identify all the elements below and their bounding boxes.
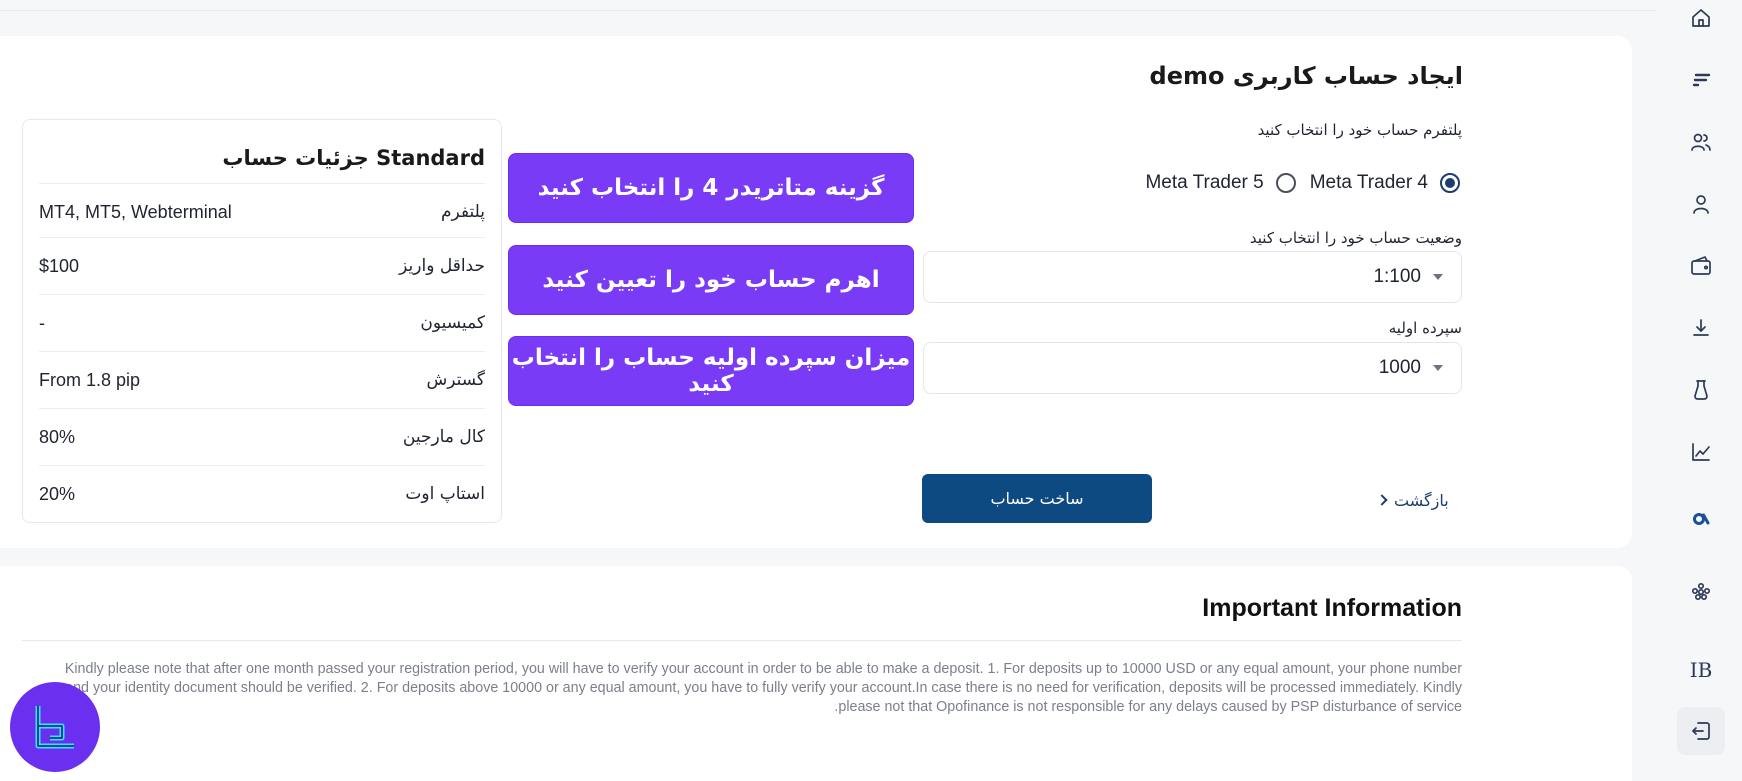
apps-icon[interactable] — [1681, 573, 1721, 613]
a-logo-icon[interactable] — [1681, 498, 1721, 538]
caret-down-icon — [1433, 365, 1443, 371]
details-key: حداقل واریز — [399, 256, 485, 276]
radio-label: Meta Trader 4 — [1309, 172, 1428, 193]
download-icon[interactable] — [1681, 308, 1721, 348]
back-link[interactable]: بازگشت — [1376, 488, 1449, 512]
page-title: ایجاد حساب کاربری demo — [1149, 62, 1463, 90]
caret-down-icon — [1433, 274, 1443, 280]
brand-icon[interactable] — [1681, 60, 1721, 100]
details-key: کمیسیون — [420, 313, 485, 333]
details-value: 80% — [39, 426, 76, 447]
leverage-select[interactable]: 1:100 — [923, 251, 1462, 303]
chart-icon[interactable] — [1681, 432, 1721, 472]
top-divider — [0, 10, 1655, 11]
details-key: گسترش — [426, 370, 485, 390]
details-row: 80% کال مارجین — [39, 408, 485, 465]
flask-icon[interactable] — [1681, 370, 1721, 410]
radio-meta-trader-4[interactable]: Meta Trader 4 — [1310, 172, 1460, 194]
home-icon[interactable] — [1681, 0, 1721, 38]
ib-icon[interactable]: IB — [1681, 650, 1721, 690]
radio-label: Meta Trader 5 — [1145, 172, 1264, 193]
details-row: 20% استاپ اوت — [39, 465, 485, 522]
details-value: $100 — [39, 255, 80, 276]
deposit-value: 1000 — [1378, 357, 1421, 378]
watermark-logo — [10, 682, 100, 772]
radio-unselected-icon[interactable] — [1275, 173, 1296, 193]
platform-radio-group: Meta Trader 4 Meta Trader 5 — [1145, 170, 1460, 196]
details-key: پلتفرم — [441, 202, 485, 222]
platform-label: پلتفرم حساب خود را انتخاب کنید — [1257, 121, 1462, 139]
sidebar: IB — [1676, 0, 1726, 781]
chevron-right-icon — [1376, 494, 1388, 506]
back-link-label: بازگشت — [1394, 490, 1449, 510]
info-divider — [22, 640, 1462, 641]
info-text: Kindly please note that after one month … — [64, 661, 1462, 715]
annotation-banner: گزینه متاتریدر 4 را انتخاب کنید — [509, 154, 913, 222]
annotation-banner: اهرم حساب خود را تعیین کنید — [509, 246, 913, 314]
user-icon[interactable] — [1681, 184, 1721, 224]
users-icon[interactable] — [1681, 122, 1721, 162]
leverage-value: 1:100 — [1373, 266, 1421, 287]
info-title: Important Information — [1202, 594, 1462, 622]
deposit-label: سپرده اولیه — [1388, 319, 1462, 337]
details-value: From 1.8 pip — [39, 369, 141, 390]
details-title: Standard جزئیات حساب — [222, 146, 485, 170]
details-value: MT4, MT5, Webterminal — [39, 201, 232, 222]
details-value: 20% — [39, 483, 76, 504]
details-row: - کمیسیون — [39, 294, 485, 351]
create-account-button[interactable]: ساخت حساب — [922, 474, 1152, 523]
radio-meta-trader-5[interactable]: Meta Trader 5 — [1145, 172, 1296, 194]
logout-icon[interactable] — [1677, 707, 1725, 755]
details-row: $100 حداقل واریز — [39, 237, 485, 294]
details-key: کال مارجین — [402, 427, 485, 447]
details-key: استاپ اوت — [405, 484, 485, 504]
radio-selected-icon[interactable] — [1440, 173, 1460, 193]
deposit-select[interactable]: 1000 — [923, 342, 1462, 394]
annotation-banner: میزان سپرده اولیه حساب را انتخاب کنید — [509, 337, 913, 405]
details-value: - — [39, 312, 45, 333]
details-row: From 1.8 pip گسترش — [39, 351, 485, 408]
leverage-label: وضعیت حساب خود را انتخاب کنید — [1249, 229, 1462, 247]
wallet-icon[interactable] — [1681, 246, 1721, 286]
details-row: MT4, MT5, Webterminal پلتفرم — [39, 183, 485, 240]
account-details-panel: Standard جزئیات حساب MT4, MT5, Webtermin… — [22, 119, 502, 523]
